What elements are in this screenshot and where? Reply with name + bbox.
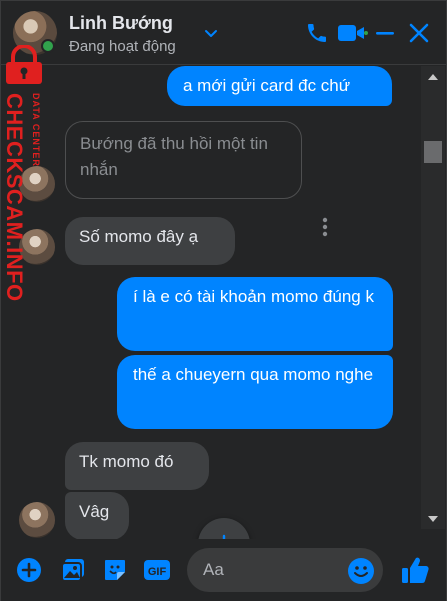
chevron-down-icon[interactable]: [203, 25, 219, 41]
thumbs-up-icon[interactable]: [399, 554, 431, 586]
sender-avatar[interactable]: [19, 229, 55, 265]
gif-icon: GIF: [144, 560, 170, 580]
close-icon: [409, 23, 429, 43]
svg-text:GIF: GIF: [148, 566, 167, 578]
emoji-icon[interactable]: [347, 557, 375, 585]
message-list[interactable]: a mới gửi card đc chứ Bướng đã thu hồi mộ…: [1, 66, 421, 539]
scroll-down-arrow-icon[interactable]: [427, 514, 439, 524]
recalled-message[interactable]: Bướng đã thu hồi một tin nhắn: [65, 121, 302, 199]
chat-header: Linh Bướng Đang hoạt động: [1, 1, 446, 65]
minimize-icon: [376, 32, 394, 35]
composer-bar: GIF: [1, 539, 446, 601]
call-button[interactable]: [303, 19, 331, 47]
received-message[interactable]: Số momo đây ạ: [65, 217, 235, 265]
scrollbar-thumb[interactable]: [424, 141, 442, 163]
scrollbar[interactable]: [421, 66, 445, 529]
chat-window: Linh Bướng Đang hoạt động a mới gửi card…: [0, 0, 447, 601]
received-message[interactable]: Tk momo đó: [65, 442, 209, 490]
sent-message[interactable]: a mới gửi card đc chứ: [167, 66, 392, 106]
sticker-button[interactable]: [101, 556, 129, 584]
scroll-up-arrow-icon[interactable]: [427, 72, 439, 82]
close-button[interactable]: [405, 19, 433, 47]
sender-avatar[interactable]: [19, 166, 55, 202]
plus-circle-icon: [17, 558, 41, 582]
sent-message[interactable]: í là e có tài khoản momo đúng k: [117, 277, 393, 351]
gif-button[interactable]: GIF: [143, 556, 171, 584]
minimize-button[interactable]: [371, 19, 399, 47]
more-options-icon[interactable]: [320, 216, 330, 238]
scroll-to-bottom-button[interactable]: [198, 518, 250, 539]
sender-avatar[interactable]: [19, 502, 55, 538]
video-camera-icon: [338, 25, 368, 41]
contact-status: Đang hoạt động: [69, 38, 176, 55]
attach-photo-button[interactable]: [59, 556, 87, 584]
online-status-dot: [41, 39, 55, 53]
contact-name[interactable]: Linh Bướng: [69, 13, 173, 34]
photo-icon: [61, 559, 84, 582]
sticker-icon: [105, 560, 125, 580]
more-actions-button[interactable]: [15, 556, 43, 584]
video-call-button[interactable]: [335, 19, 369, 47]
sent-message[interactable]: thế a chueyern qua momo nghe: [117, 355, 393, 429]
received-message[interactable]: Vâg: [65, 492, 129, 539]
arrow-down-icon: [222, 534, 226, 539]
phone-icon: [308, 24, 326, 42]
